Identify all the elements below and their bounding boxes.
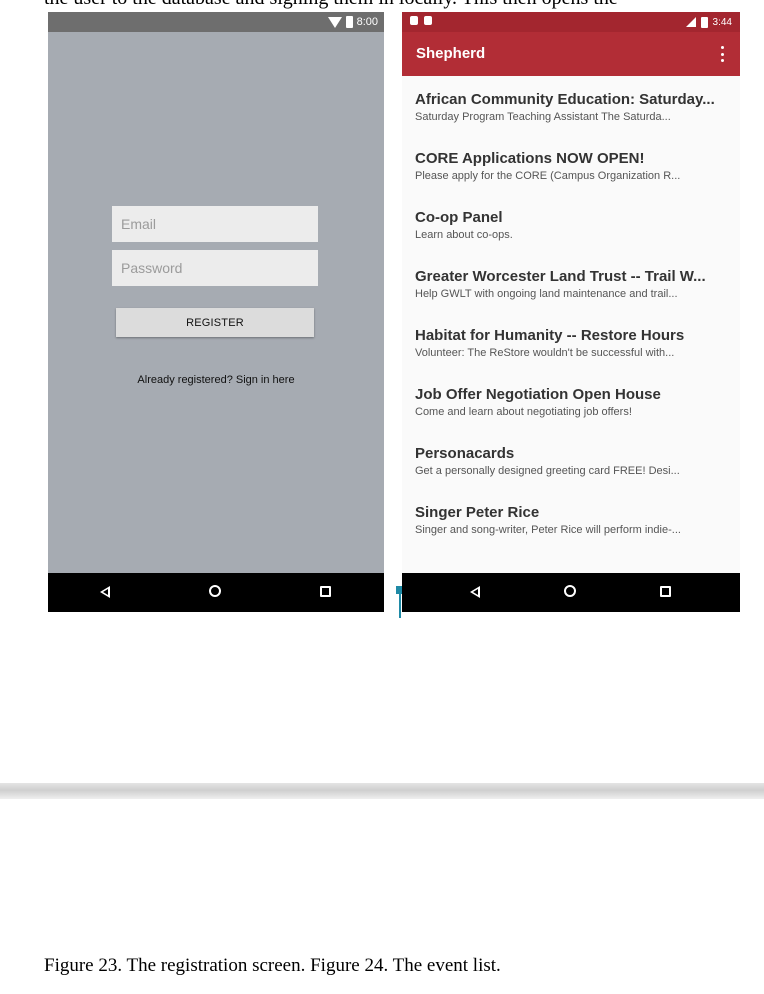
- event-title: Personacards: [415, 445, 515, 462]
- registration-screen: 8:00 Email Password REGISTER Already reg…: [48, 12, 384, 612]
- list-item[interactable]: Singer Peter Rice Singer and song-writer…: [415, 503, 733, 562]
- event-title: Greater Worcester Land Trust -- Trail W.…: [415, 268, 706, 285]
- battery-icon: [700, 16, 708, 28]
- register-button[interactable]: REGISTER: [116, 308, 314, 337]
- page-separator: [0, 783, 764, 799]
- body-text-fragment: the user to the database and signing the…: [44, 0, 764, 9]
- signal-icon: [685, 17, 696, 27]
- back-icon[interactable]: [470, 586, 480, 598]
- event-title: Job Offer Negotiation Open House: [415, 386, 661, 403]
- overflow-menu-icon[interactable]: [716, 46, 728, 62]
- email-field[interactable]: Email: [112, 206, 318, 242]
- app-title: Shepherd: [416, 45, 486, 62]
- recents-icon[interactable]: [660, 586, 671, 597]
- notification-icon: [424, 16, 432, 25]
- status-time: 8:00: [356, 16, 378, 28]
- list-item[interactable]: Personacards Get a personally designed g…: [415, 444, 733, 503]
- recents-icon[interactable]: [320, 586, 331, 597]
- notification-icon: [410, 16, 418, 25]
- back-icon[interactable]: [100, 586, 110, 598]
- event-description: Come and learn about negotiating job off…: [415, 406, 632, 418]
- battery-icon: [345, 16, 353, 28]
- status-bar: 3:44: [402, 12, 740, 32]
- wifi-icon: [327, 16, 342, 28]
- navigation-bar: [402, 573, 740, 612]
- status-bar: 8:00: [48, 12, 384, 32]
- event-title: CORE Applications NOW OPEN!: [415, 150, 645, 167]
- list-item[interactable]: Greater Worcester Land Trust -- Trail W.…: [415, 267, 733, 326]
- list-item[interactable]: Habitat for Humanity -- Restore Hours Vo…: [415, 326, 733, 385]
- event-list: African Community Education: Saturday...…: [415, 90, 733, 562]
- sign-in-link[interactable]: Already registered? Sign in here: [48, 374, 384, 386]
- event-title: Co-op Panel: [415, 209, 503, 226]
- home-icon[interactable]: [209, 585, 221, 597]
- event-title: Singer Peter Rice: [415, 504, 540, 521]
- password-field[interactable]: Password: [112, 250, 318, 286]
- status-time: 3:44: [712, 16, 732, 28]
- figure-caption: Figure 23. The registration screen. Figu…: [44, 955, 501, 976]
- home-icon[interactable]: [564, 585, 576, 597]
- event-description: Singer and song-writer, Peter Rice will …: [415, 524, 681, 536]
- navigation-bar: [48, 573, 384, 612]
- event-description: Please apply for the CORE (Campus Organi…: [415, 170, 681, 182]
- list-item[interactable]: African Community Education: Saturday...…: [415, 90, 733, 149]
- event-title: Habitat for Humanity -- Restore Hours: [415, 327, 685, 344]
- event-description: Saturday Program Teaching Assistant The …: [415, 111, 671, 123]
- event-description: Volunteer: The ReStore wouldn't be succe…: [415, 347, 675, 359]
- event-description: Learn about co-ops.: [415, 229, 513, 241]
- list-item[interactable]: Job Offer Negotiation Open House Come an…: [415, 385, 733, 444]
- app-bar: Shepherd: [402, 32, 740, 76]
- event-title: African Community Education: Saturday...: [415, 91, 715, 108]
- list-item[interactable]: CORE Applications NOW OPEN! Please apply…: [415, 149, 733, 208]
- event-list-screen: 3:44 Shepherd African Community Educatio…: [402, 12, 740, 612]
- event-description: Help GWLT with ongoing land maintenance …: [415, 288, 678, 300]
- list-item[interactable]: Co-op Panel Learn about co-ops.: [415, 208, 733, 267]
- event-description: Get a personally designed greeting card …: [415, 465, 680, 477]
